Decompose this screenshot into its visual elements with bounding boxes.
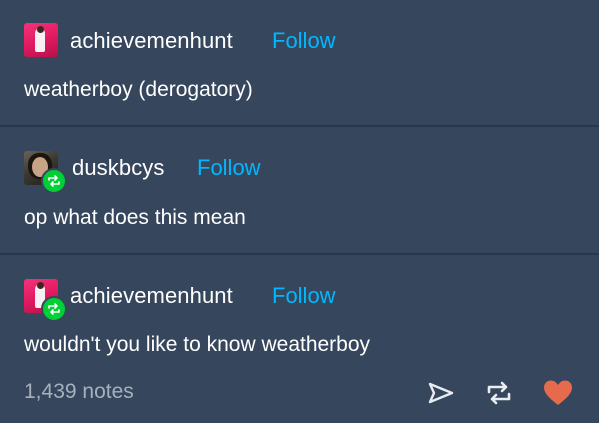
divider (0, 125, 599, 127)
follow-button[interactable]: Follow (272, 283, 336, 309)
reblog-badge-icon (41, 168, 67, 194)
post-text: op what does this mean (24, 206, 246, 229)
divider (0, 253, 599, 255)
reblog-icon[interactable] (482, 376, 516, 410)
notes-count[interactable]: 1,439 notes (24, 380, 134, 404)
avatar-figure-head (37, 26, 44, 33)
reblog-badge-icon (41, 296, 67, 322)
username[interactable]: achievemenhunt (70, 28, 233, 54)
follow-button[interactable]: Follow (272, 28, 336, 54)
share-icon[interactable] (424, 376, 458, 410)
post-text: weatherboy (derogatory) (24, 78, 253, 101)
follow-button[interactable]: Follow (197, 155, 261, 181)
username[interactable]: achievemenhunt (70, 283, 233, 309)
username[interactable]: duskbcys (72, 155, 165, 181)
like-icon[interactable] (541, 376, 575, 410)
avatar[interactable] (24, 23, 58, 57)
post-text: wouldn't you like to know weatherboy (24, 333, 371, 356)
avatar-figure-head (37, 282, 44, 289)
